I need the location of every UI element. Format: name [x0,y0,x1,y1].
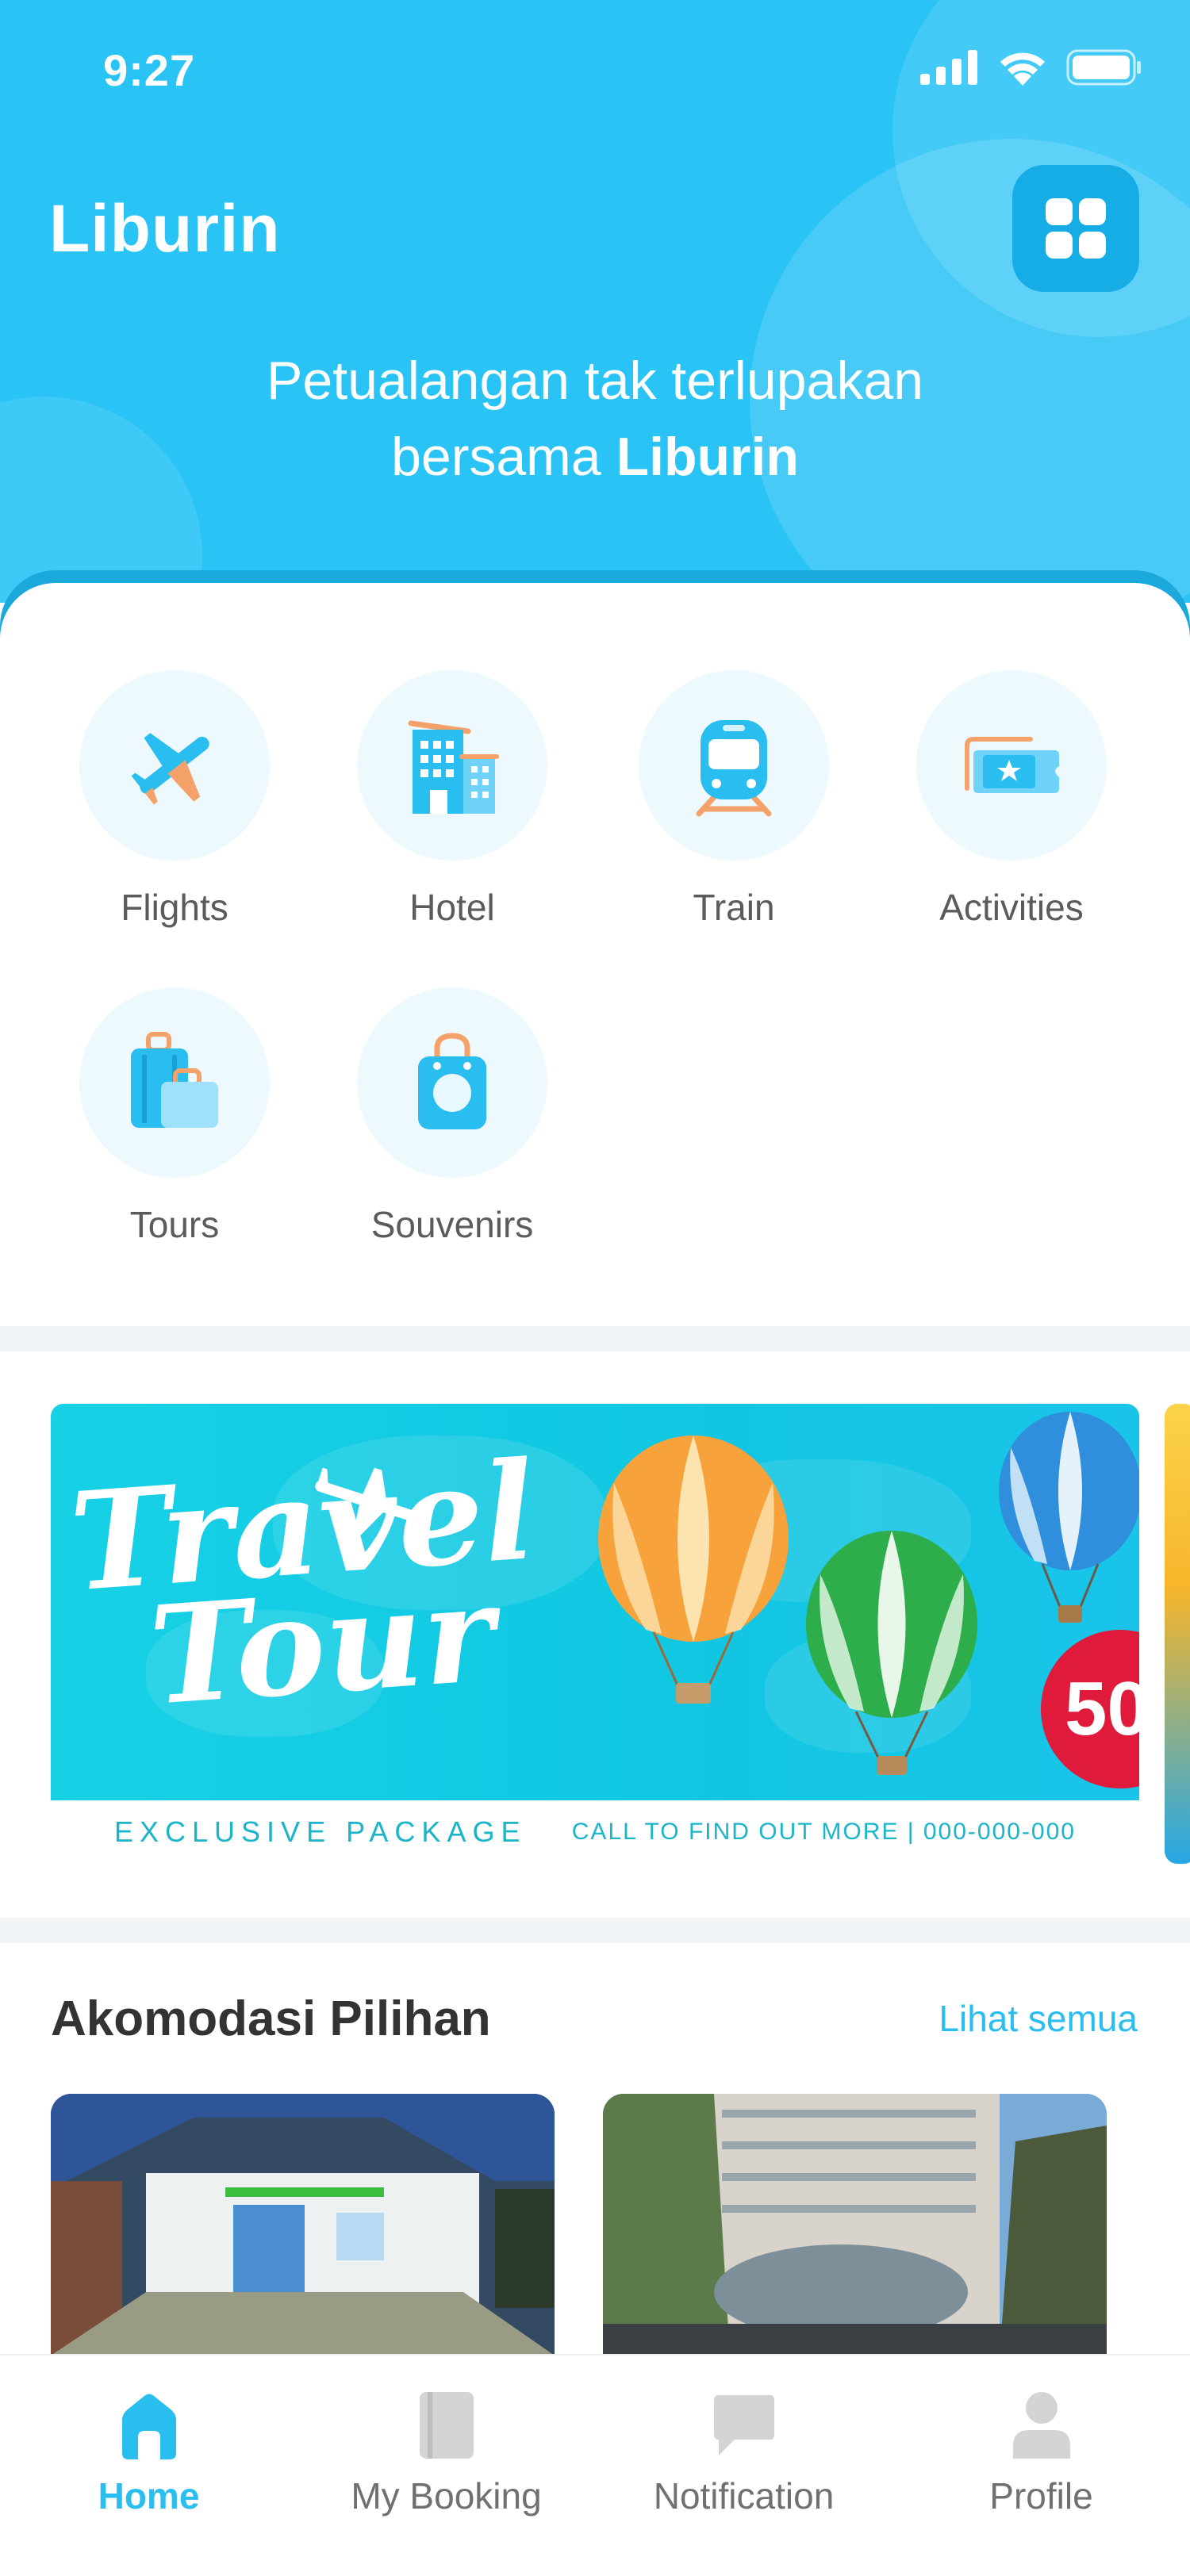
hotel-building-icon [408,720,499,814]
battery-icon [1066,49,1141,86]
service-hotel[interactable]: Hotel [313,670,591,929]
service-icon-circle [357,670,547,861]
service-tours[interactable]: Tours [36,987,313,1246]
see-all-link[interactable]: Lihat semua [939,1997,1138,2040]
header: 9:27 Liburin Petualangan tak terlupakan … [0,0,1190,603]
nav-my-booking[interactable]: My Booking [298,2356,595,2576]
nav-notification[interactable]: Notification [595,2356,892,2576]
luggage-icon [131,1032,218,1128]
nav-label: My Booking [351,2475,542,2517]
service-icon-circle [639,670,829,861]
service-icon-circle [916,670,1107,861]
shopping-bag-icon [418,1033,486,1129]
airplane-icon [131,733,209,805]
service-icon-circle [79,670,270,861]
status-icons [920,49,1142,86]
hot-air-balloon-icon [598,1436,789,1704]
wifi-icon [1000,52,1045,86]
nav-label: Profile [989,2475,1093,2517]
service-label: Tours [129,1204,220,1245]
discount-badge: 50% [1041,1630,1139,1788]
service-label: Flights [121,887,228,928]
user-icon [1012,2392,1070,2459]
tagline-line2: bersama Liburin [0,419,1190,495]
nav-home[interactable]: Home [0,2356,298,2576]
status-time: 9:27 [103,45,196,95]
grid-menu-icon [1046,198,1106,259]
nav-profile[interactable]: Profile [892,2356,1190,2576]
bottom-nav: Home My Booking Notification Profile [0,2354,1190,2576]
signal-icon [920,50,977,85]
service-train[interactable]: Train [595,670,873,929]
service-label: Souvenirs [370,1204,534,1245]
hotel-photo [603,2094,1107,2356]
tagline-prefix: bersama [391,427,616,487]
accommodation-card[interactable] [51,2094,555,2356]
banner-footer: EXCLUSIVE PACKAGE CALL TO FIND OUT MORE … [51,1800,1139,1864]
service-flights[interactable]: Flights [36,670,313,929]
section-title: Akomodasi Pilihan [51,1991,491,2046]
nav-label: Notification [653,2475,835,2517]
accommodation-card[interactable] [603,2094,1107,2356]
book-icon [419,2392,474,2459]
banner-title-line2: Tour [144,1553,500,1736]
ticket-star-icon [965,737,1059,793]
house-photo [51,2094,555,2356]
promo-banner[interactable]: Travel Tour 50% EXC [51,1404,1139,1864]
nav-label: Home [98,2475,200,2517]
service-label: Activities [939,887,1084,928]
home-icon [121,2394,176,2459]
hot-air-balloon-icon [999,1412,1139,1623]
tagline-line1: Petualangan tak terlupakan [267,351,923,411]
service-activities[interactable]: Activities [873,670,1150,929]
banner-exclusive-text: EXCLUSIVE PACKAGE [114,1815,527,1848]
section-divider [0,1326,1190,1351]
section-divider [0,1918,1190,1943]
service-souvenirs[interactable]: Souvenirs [313,987,591,1246]
banner-call-text: CALL TO FIND OUT MORE | 000-000-000 [571,1819,1076,1845]
banner-image: Travel Tour 50% [51,1404,1139,1800]
hot-air-balloon-icon [806,1531,977,1775]
service-icon-circle [357,987,547,1178]
tagline-brand: Liburin [616,427,799,487]
banner-title: Travel Tour [66,1432,547,1736]
menu-button[interactable] [1012,165,1139,292]
tagline: Petualangan tak terlupakan bersama Libur… [0,343,1190,495]
service-label: Hotel [409,887,495,928]
next-banner-peek[interactable] [1165,1404,1190,1864]
service-label: Train [693,887,775,928]
service-icon-circle [79,987,270,1178]
app-logo: Liburin [49,191,281,266]
train-icon [696,720,772,817]
status-bar: 9:27 [0,0,1190,143]
chat-bubble-icon [713,2395,774,2455]
